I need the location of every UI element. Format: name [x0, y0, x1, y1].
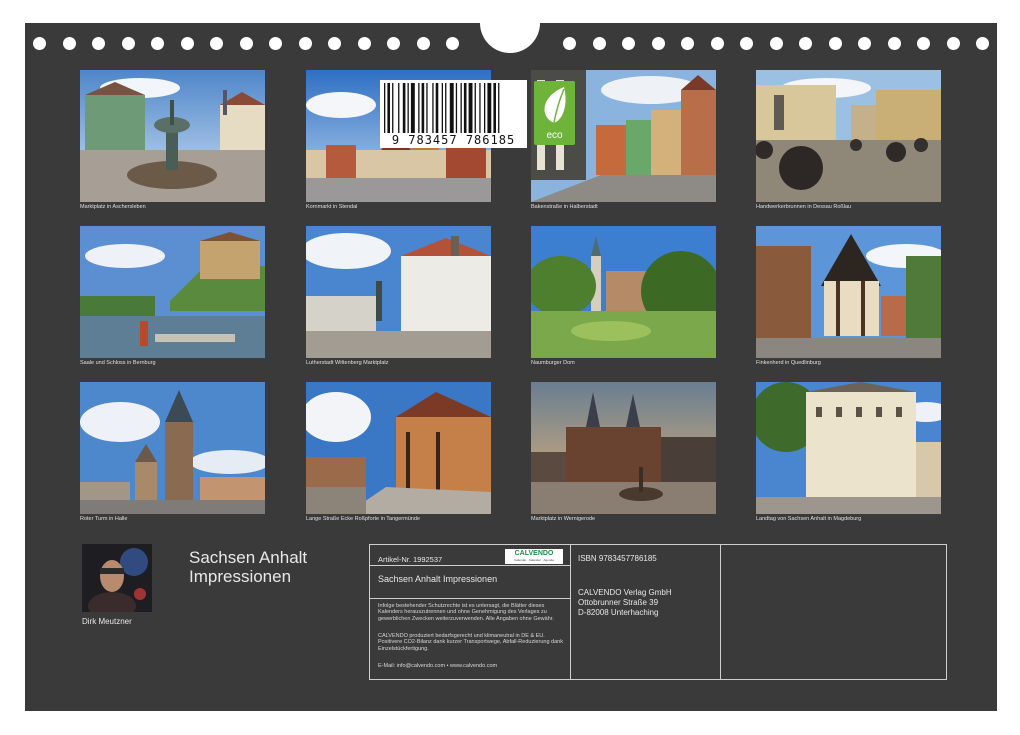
author-portrait — [82, 544, 152, 612]
product-subtitle: Sachsen Anhalt Impressionen — [378, 574, 498, 584]
binding-hole — [269, 37, 282, 50]
binding-hole — [946, 37, 960, 50]
isbn-barcode: 9 783457 786185 — [380, 80, 527, 148]
photo-quedlinburg — [756, 226, 941, 358]
binding-hole — [799, 37, 812, 50]
photo-naumburg — [531, 226, 716, 358]
eco-badge: eco — [534, 81, 575, 145]
binding-hole — [416, 37, 430, 50]
binding-hole — [887, 37, 901, 50]
photo-caption: Finkenherd in Quedlinburg — [756, 360, 821, 366]
calvendo-logo: CALVENDO Calendar · Kalender · Agenda — [505, 549, 563, 564]
binding-hole — [328, 37, 341, 50]
photo-caption: Bakenstraße in Halberstadt — [531, 204, 598, 210]
photo-wittenberg — [306, 226, 491, 358]
photo-caption: Handwerkerbrunnen in Dessau Roßlau — [756, 204, 852, 210]
binding-hole — [180, 37, 194, 50]
binding-hole — [210, 37, 223, 50]
photo-magdeburg — [756, 382, 941, 514]
divider — [570, 545, 571, 679]
barcode-digits: 9 783457 786185 — [391, 133, 516, 147]
binding-hole — [622, 37, 635, 50]
publisher-city: D-82008 Unterhaching — [578, 608, 659, 617]
binding-hole — [33, 37, 46, 50]
contact-email: E-Mail: info@calvendo.com • www.calvendo… — [378, 663, 498, 669]
calendar-back-cover: Marktplatz in Aschersleben Kornmarkt in … — [25, 21, 997, 711]
binding-hole — [740, 37, 753, 50]
leaf-icon — [544, 87, 566, 124]
binding-hole — [828, 37, 842, 50]
divider — [370, 598, 570, 599]
binding-hole — [769, 37, 783, 50]
binding-hole — [62, 37, 76, 50]
binding-hole — [357, 37, 371, 50]
photo-tangermuende — [306, 382, 491, 514]
publisher-info-box: Artikel-Nr. 1992537 CALVENDO Calendar · … — [369, 544, 947, 680]
photo-caption: Lange Straße Ecke Roßpforte in Tangermün… — [306, 516, 420, 522]
author-name: Dirk Meutzner — [82, 617, 132, 626]
publisher-street: Ottobrunner Straße 39 — [578, 598, 659, 607]
photo-wernigerode — [531, 382, 716, 514]
binding-hole — [710, 37, 724, 50]
photo-caption: Roter Turm in Halle — [80, 516, 128, 522]
binding-hole — [563, 37, 576, 50]
photo-caption: Lutherstadt Wittenberg Marktplatz — [306, 360, 389, 366]
photo-caption: Naumburger Dom — [531, 360, 575, 366]
binding-hole — [298, 37, 312, 50]
title-line-2: Impressionen — [189, 567, 292, 586]
binding-hole — [858, 37, 871, 50]
binding-hole — [651, 37, 665, 50]
divider — [720, 545, 721, 679]
photo-caption: Marktplatz in Wernigerode — [531, 516, 596, 522]
binding-hole — [239, 37, 253, 50]
photo-dessau — [756, 70, 941, 202]
article-number: Artikel-Nr. 1992537 — [378, 555, 443, 564]
photo-caption: Kornmarkt in Stendal — [306, 204, 358, 210]
photo-halle — [80, 382, 265, 514]
publisher-name: CALVENDO Verlag GmbH — [578, 588, 672, 597]
binding-hole — [151, 37, 164, 50]
binding-hole — [121, 37, 135, 50]
title-line-1: Sachsen Anhalt — [189, 548, 308, 567]
binding-hole — [92, 37, 105, 50]
isbn: ISBN 9783457786185 — [578, 554, 657, 563]
calendar-title: Sachsen Anhalt Impressionen — [189, 548, 307, 586]
binding-hole — [917, 37, 930, 50]
binding-hole — [592, 37, 606, 50]
climate-notice: CALVENDO produziert bedarfsgerecht und k… — [378, 633, 563, 652]
photo-aschersleben — [80, 70, 265, 202]
photo-caption: Marktplatz in Aschersleben — [80, 204, 146, 210]
photo-bernburg — [80, 226, 265, 358]
legal-notice: Infolge bestehender Schutzrechte ist es … — [378, 603, 554, 622]
photo-caption: Saale und Schloss in Bernburg — [80, 360, 156, 366]
photo-caption: Landtag von Sachsen Anhalt in Magdeburg — [756, 516, 862, 522]
binding-hole — [681, 37, 694, 50]
divider — [370, 565, 570, 566]
binding-hole — [387, 37, 400, 50]
binding-hole — [976, 37, 989, 50]
binding-hole — [446, 37, 459, 50]
